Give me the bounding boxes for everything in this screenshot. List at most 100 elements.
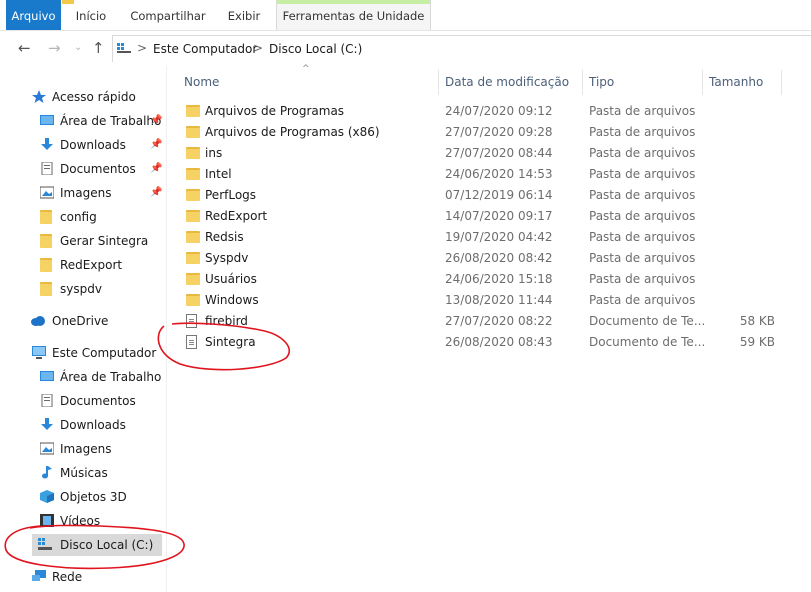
sidebar-item-label: RedExport bbox=[60, 258, 123, 272]
folder-icon bbox=[186, 231, 200, 243]
file-row[interactable]: Windows 13/08/2020 11:44 Pasta de arquiv… bbox=[182, 290, 782, 311]
file-row[interactable]: ins 27/07/2020 08:44 Pasta de arquivos bbox=[182, 143, 782, 164]
file-date: 24/06/2020 15:18 bbox=[445, 272, 553, 286]
file-name: Syspdv bbox=[205, 251, 249, 265]
up-arrow-icon[interactable]: ↑ bbox=[92, 39, 105, 57]
file-row[interactable]: Intel 24/06/2020 14:53 Pasta de arquivos bbox=[182, 164, 782, 185]
sidebar-item-documentos[interactable]: Documentos 📌 bbox=[40, 158, 166, 180]
file-name: Intel bbox=[205, 167, 232, 181]
file-date: 27/07/2020 08:22 bbox=[445, 314, 553, 328]
sidebar-item-disco-local-c[interactable]: Disco Local (C:) bbox=[32, 534, 162, 556]
folder-icon bbox=[186, 147, 200, 159]
sidebar-item-label: config bbox=[60, 210, 97, 224]
file-name: Windows bbox=[205, 293, 259, 307]
file-type: Pasta de arquivos bbox=[589, 125, 696, 139]
sidebar-item-label: Objetos 3D bbox=[60, 490, 127, 504]
folder-icon bbox=[186, 189, 200, 201]
tab-arquivo[interactable]: Arquivo bbox=[6, 0, 61, 30]
tab-ferramentas-de-unidade[interactable]: Ferramentas de Unidade bbox=[276, 0, 431, 30]
column-divider[interactable] bbox=[781, 70, 782, 95]
this-pc-icon bbox=[117, 43, 131, 53]
file-size: 58 KB bbox=[739, 314, 775, 328]
file-name: ins bbox=[205, 146, 223, 160]
file-date: 24/06/2020 14:53 bbox=[445, 167, 553, 181]
back-arrow-icon[interactable]: ← bbox=[18, 39, 31, 57]
sidebar-item-downloads[interactable]: Downloads 📌 bbox=[40, 134, 166, 156]
tab-inicio[interactable]: Início bbox=[68, 0, 114, 30]
file-date: 19/07/2020 04:42 bbox=[445, 230, 553, 244]
pictures-icon bbox=[40, 186, 54, 199]
pin-icon[interactable]: 📌 bbox=[150, 182, 162, 204]
network-icon bbox=[32, 570, 46, 581]
column-header-nome[interactable]: Nome bbox=[184, 70, 436, 95]
file-type: Pasta de arquivos bbox=[589, 209, 696, 223]
file-type: Documento de Te... bbox=[589, 335, 706, 349]
text-document-icon bbox=[186, 314, 197, 328]
recent-locations-chevron-icon[interactable]: ⌄ bbox=[74, 42, 82, 53]
file-name: Usuários bbox=[205, 272, 257, 286]
cloud-icon bbox=[31, 316, 45, 326]
file-row[interactable]: firebird 27/07/2020 08:22 Documento de T… bbox=[182, 311, 782, 332]
breadcrumb-disco-local[interactable]: Disco Local (C:) bbox=[269, 42, 362, 56]
file-row[interactable]: PerfLogs 07/12/2019 06:14 Pasta de arqui… bbox=[182, 185, 782, 206]
sidebar-item-label: Downloads bbox=[60, 138, 126, 152]
sidebar-item-imagens[interactable]: Imagens 📌 bbox=[40, 182, 166, 204]
file-type: Pasta de arquivos bbox=[589, 104, 696, 118]
column-divider[interactable] bbox=[582, 70, 583, 95]
download-icon bbox=[41, 138, 53, 150]
pictures-icon bbox=[40, 442, 54, 455]
pin-icon[interactable]: 📌 bbox=[150, 158, 162, 180]
ribbon: Arquivo Início Compartilhar Exibir Ferra… bbox=[0, 0, 811, 31]
file-row[interactable]: Syspdv 26/08/2020 08:42 Pasta de arquivo… bbox=[182, 248, 782, 269]
file-type: Pasta de arquivos bbox=[589, 293, 696, 307]
tab-compartilhar[interactable]: Compartilhar bbox=[124, 0, 212, 30]
file-row[interactable]: Arquivos de Programas (x86) 27/07/2020 0… bbox=[182, 122, 782, 143]
sidebar-item-label: Área de Trabalho bbox=[60, 114, 162, 128]
sidebar-item-label: Imagens bbox=[60, 442, 112, 456]
forward-arrow-icon[interactable]: → bbox=[48, 39, 61, 57]
sidebar-item-label: Acesso rápido bbox=[52, 90, 136, 104]
sidebar-item-label: Vídeos bbox=[60, 514, 101, 528]
file-row[interactable]: Usuários 24/06/2020 15:18 Pasta de arqui… bbox=[182, 269, 782, 290]
file-row[interactable]: Sintegra 26/08/2020 08:43 Documento de T… bbox=[182, 332, 782, 353]
file-date: 07/12/2019 06:14 bbox=[445, 188, 553, 202]
pin-icon[interactable]: 📌 bbox=[150, 134, 162, 156]
sidebar-item-area-de-trabalho[interactable]: Área de Trabalho 📌 bbox=[40, 110, 166, 132]
file-date: 27/07/2020 08:44 bbox=[445, 146, 553, 160]
column-header-tamanho[interactable]: Tamanho bbox=[709, 70, 779, 95]
file-type: Pasta de arquivos bbox=[589, 251, 696, 265]
folder-icon bbox=[40, 258, 52, 272]
file-name: Sintegra bbox=[205, 335, 256, 349]
folder-icon bbox=[186, 126, 200, 138]
pin-icon[interactable]: 📌 bbox=[150, 110, 162, 132]
folder-icon bbox=[186, 168, 200, 180]
file-row[interactable]: RedExport 14/07/2020 09:17 Pasta de arqu… bbox=[182, 206, 782, 227]
sidebar-item-label: OneDrive bbox=[52, 314, 109, 328]
folder-icon bbox=[186, 210, 200, 222]
desktop-icon bbox=[40, 115, 54, 125]
column-divider[interactable] bbox=[702, 70, 703, 95]
tab-exibir[interactable]: Exibir bbox=[222, 0, 266, 30]
text-document-icon bbox=[186, 335, 197, 349]
file-size: 59 KB bbox=[739, 335, 775, 349]
pane-divider[interactable] bbox=[166, 66, 167, 592]
column-header-tipo[interactable]: Tipo bbox=[589, 70, 699, 95]
file-name: Arquivos de Programas (x86) bbox=[205, 125, 380, 139]
file-row[interactable]: Arquivos de Programas 24/07/2020 09:12 P… bbox=[182, 101, 782, 122]
column-header-data[interactable]: Data de modificação bbox=[445, 70, 580, 95]
file-row[interactable]: Redsis 19/07/2020 04:42 Pasta de arquivo… bbox=[182, 227, 782, 248]
file-date: 24/07/2020 09:12 bbox=[445, 104, 553, 118]
file-type: Pasta de arquivos bbox=[589, 230, 696, 244]
folder-icon bbox=[40, 282, 52, 296]
file-date: 14/07/2020 09:17 bbox=[445, 209, 553, 223]
address-bar[interactable]: > Este Computador > Disco Local (C:) bbox=[112, 35, 811, 62]
column-divider[interactable] bbox=[438, 70, 439, 95]
documents-icon bbox=[41, 394, 53, 407]
sidebar-item-label: Disco Local (C:) bbox=[60, 538, 154, 552]
file-type: Pasta de arquivos bbox=[589, 188, 696, 202]
file-date: 27/07/2020 09:28 bbox=[445, 125, 553, 139]
breadcrumb-este-computador[interactable]: Este Computador bbox=[153, 42, 257, 56]
sidebar-item-label: Imagens bbox=[60, 186, 112, 200]
file-date: 26/08/2020 08:43 bbox=[445, 335, 553, 349]
navigation-pane: Acesso rápido Área de Trabalho 📌 Downloa… bbox=[0, 86, 166, 592]
